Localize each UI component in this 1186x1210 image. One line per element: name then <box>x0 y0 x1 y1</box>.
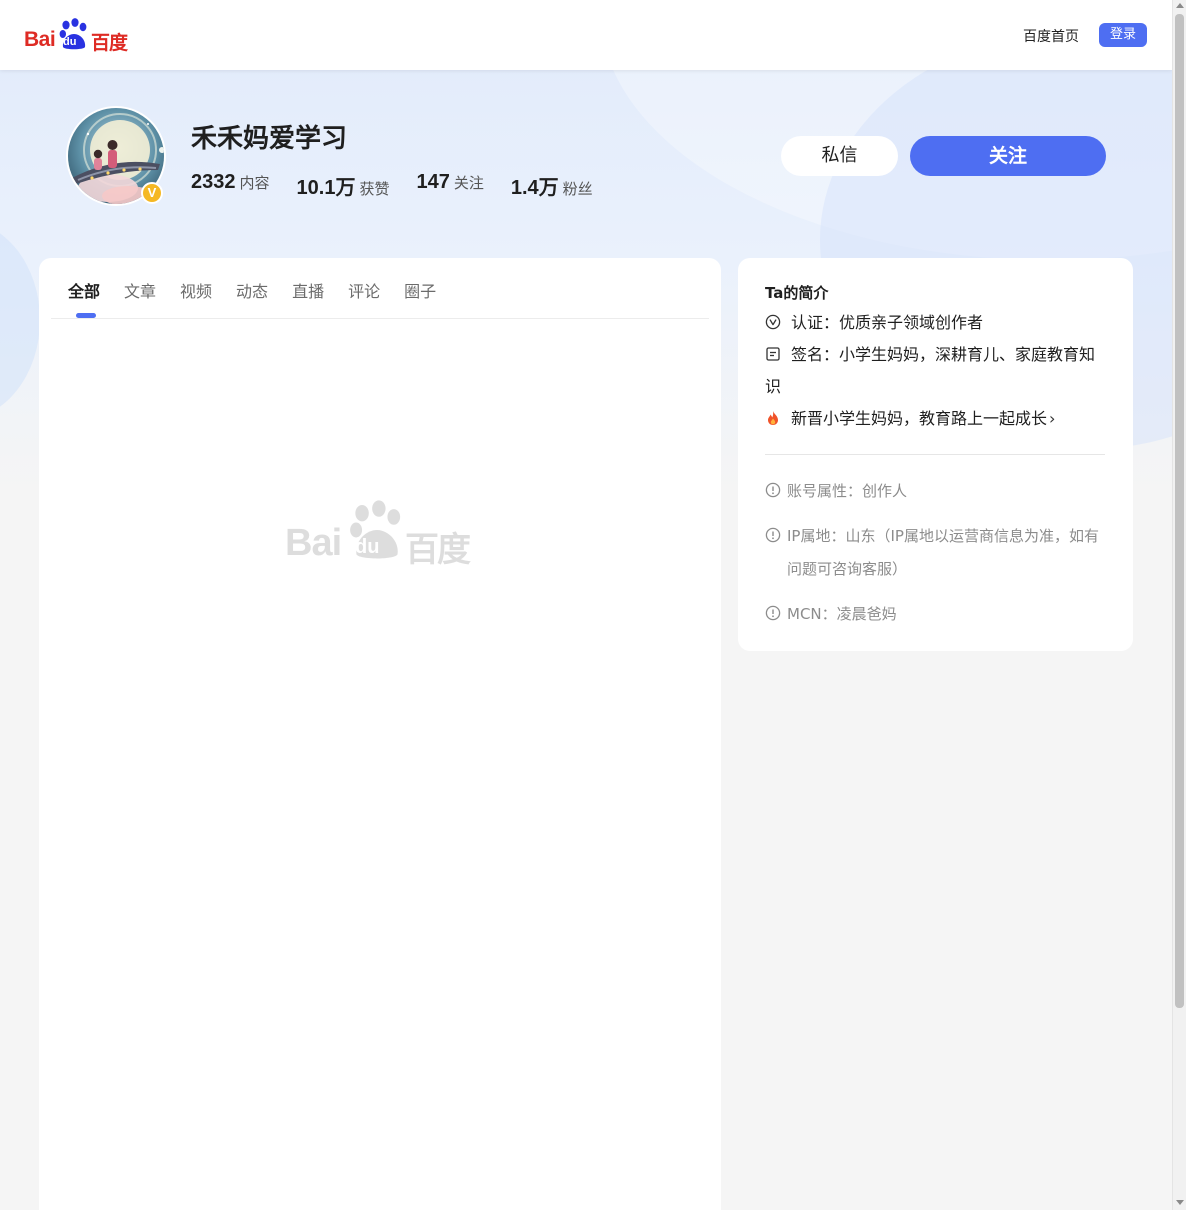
stat-label: 内容 <box>239 174 270 192</box>
signature-row: 签名：小学生妈妈，深耕育儿、家庭教育知识 <box>765 339 1110 403</box>
scroll-up-arrow-icon[interactable] <box>1176 3 1184 8</box>
baidu-watermark-logo: Bai du 百度 <box>285 500 475 570</box>
login-button[interactable]: 登录 <box>1099 23 1147 47</box>
content-tabs: 全部 文章 视频 动态 直播 评论 圈子 <box>68 278 460 302</box>
intro-title: Ta的简介 <box>765 284 829 302</box>
baidu-logo[interactable]: Bai du 百度 <box>24 18 128 54</box>
honor-row[interactable]: 新晋小学生妈妈，教育路上一起成长 › <box>765 403 1110 435</box>
content-feed-card: 全部 文章 视频 动态 直播 评论 圈子 Bai du 百度 <box>39 258 721 1210</box>
tab-updates[interactable]: 动态 <box>236 278 268 302</box>
chevron-right-icon: › <box>1049 409 1056 428</box>
tab-circles[interactable]: 圈子 <box>404 278 436 302</box>
ip-location-row: IP属地：山东（IP属地以运营商信息为准，如有问题可咨询客服） <box>765 520 1110 586</box>
tab-videos[interactable]: 视频 <box>180 278 212 302</box>
stat-following-count[interactable]: 147 关注 <box>416 171 483 199</box>
ip-location-text: IP属地：山东（IP属地以运营商信息为准，如有问题可咨询客服） <box>787 527 1099 578</box>
account-type-text: 账号属性：创作人 <box>787 482 908 500</box>
watermark-du-text: du <box>355 536 380 558</box>
stat-followers-count[interactable]: 1.4万 粉丝 <box>511 171 593 199</box>
logo-du-text: du <box>63 36 77 48</box>
scrollbar-thumb[interactable] <box>1175 14 1184 1008</box>
verified-badge-icon: V <box>141 182 163 204</box>
profile-intro-card: Ta的简介 认证：优质亲子领域创作者 签名：小学生妈妈，深耕育儿、家庭教育知识 … <box>738 258 1133 651</box>
document-icon <box>766 347 780 361</box>
stat-value: 1.4万 <box>510 177 559 199</box>
info-icon <box>765 605 781 621</box>
stat-content-count[interactable]: 2332 内容 <box>191 171 270 199</box>
top-navigation-bar: Bai du 百度 百度首页 登录 <box>0 0 1172 70</box>
page: Bai du 百度 百度首页 登录 V 禾禾妈爱学习 2332 内容 10.1万… <box>0 0 1172 1210</box>
logo-chinese-text: 百度 <box>91 32 128 54</box>
certification-text: 认证：优质亲子领域创作者 <box>791 313 984 332</box>
decorative-arc <box>0 220 40 420</box>
watermark-chinese-text: 百度 <box>405 530 471 570</box>
profile-username: 禾禾妈爱学习 <box>191 124 348 154</box>
follow-button[interactable]: 关注 <box>910 136 1106 176</box>
baidu-home-link[interactable]: 百度首页 <box>1023 26 1079 46</box>
account-type-row: 账号属性：创作人 <box>765 475 1110 508</box>
page-scrollbar[interactable] <box>1172 0 1186 1210</box>
stat-likes-count[interactable]: 10.1万 获赞 <box>297 171 390 199</box>
honor-text: 新晋小学生妈妈，教育路上一起成长 <box>791 409 1048 428</box>
scroll-down-arrow-icon[interactable] <box>1176 1200 1184 1205</box>
mcn-row: MCN：凌晨爸妈 <box>765 598 1110 631</box>
tab-divider <box>51 318 709 319</box>
stat-label: 获赞 <box>359 180 390 198</box>
certification-row: 认证：优质亲子领域创作者 <box>765 307 1110 339</box>
signature-text: 签名：小学生妈妈，深耕育儿、家庭教育知识 <box>765 345 1096 396</box>
profile-stats: 2332 内容 10.1万 获赞 147 关注 1.4万 粉丝 <box>191 171 620 199</box>
verified-check-icon <box>765 314 781 330</box>
private-message-button[interactable]: 私信 <box>781 136 898 176</box>
fire-icon <box>768 411 778 425</box>
watermark-latin-text: Bai <box>285 522 342 564</box>
stat-label: 粉丝 <box>562 180 593 198</box>
info-icon <box>765 527 781 543</box>
info-icon <box>765 482 781 498</box>
tab-articles[interactable]: 文章 <box>124 278 156 302</box>
intro-divider <box>765 454 1105 455</box>
mcn-text: MCN：凌晨爸妈 <box>787 605 897 623</box>
logo-latin-text: Bai <box>24 28 56 51</box>
tab-live[interactable]: 直播 <box>292 278 324 302</box>
stat-value: 2332 <box>191 171 236 193</box>
tab-comments[interactable]: 评论 <box>348 278 380 302</box>
stat-value: 10.1万 <box>296 177 356 199</box>
tab-all[interactable]: 全部 <box>68 278 100 302</box>
stat-value: 147 <box>416 171 450 193</box>
stat-label: 关注 <box>453 174 484 192</box>
